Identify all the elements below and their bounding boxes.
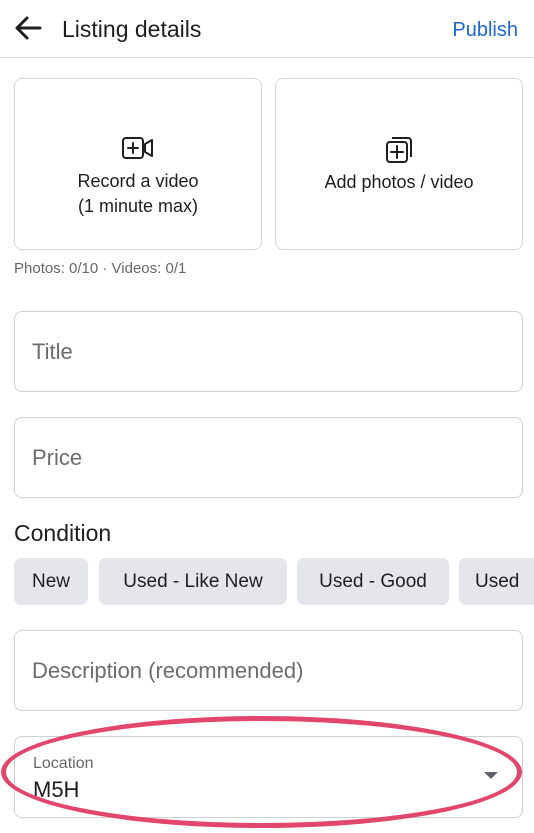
location-value: M5H xyxy=(33,777,80,802)
condition-chip-new[interactable]: New xyxy=(14,558,88,605)
record-video-label: Record a video (1 minute max) xyxy=(15,169,261,219)
record-video-label-line2: (1 minute max) xyxy=(77,196,199,216)
dropdown-caret-icon xyxy=(484,772,498,779)
add-photos-card[interactable]: Add photos / video xyxy=(275,78,523,250)
top-bar: Listing details Publish xyxy=(0,0,534,58)
location-label: Location xyxy=(33,755,94,772)
condition-heading: Condition xyxy=(14,520,112,546)
record-video-card[interactable]: Record a video (1 minute max) xyxy=(14,78,262,250)
back-button[interactable] xyxy=(8,8,48,48)
listing-details-page: Listing details Publish Record a video (… xyxy=(0,0,534,833)
condition-chip-used-like-new[interactable]: Used - Like New xyxy=(99,558,287,605)
media-count-text: Photos: 0/10 · Videos: 0/1 xyxy=(14,260,187,277)
video-add-icon xyxy=(122,137,153,159)
page-title: Listing details xyxy=(62,16,202,42)
condition-chip-used-good[interactable]: Used - Good xyxy=(297,558,449,605)
description-input[interactable]: Description (recommended) xyxy=(14,630,523,711)
condition-chip-used-fair[interactable]: Used xyxy=(459,558,534,605)
record-video-label-line1: Record a video xyxy=(77,171,199,191)
location-select[interactable]: Location M5H xyxy=(14,736,523,818)
price-input[interactable]: Price xyxy=(14,417,523,498)
photo-add-icon xyxy=(386,137,412,163)
add-photos-label: Add photos / video xyxy=(324,172,474,192)
title-input[interactable]: Title xyxy=(14,311,523,392)
price-placeholder: Price xyxy=(32,444,83,470)
description-placeholder: Description (recommended) xyxy=(32,657,304,683)
title-placeholder: Title xyxy=(32,338,73,364)
publish-button[interactable]: Publish xyxy=(452,16,518,44)
back-arrow-icon xyxy=(15,16,42,40)
